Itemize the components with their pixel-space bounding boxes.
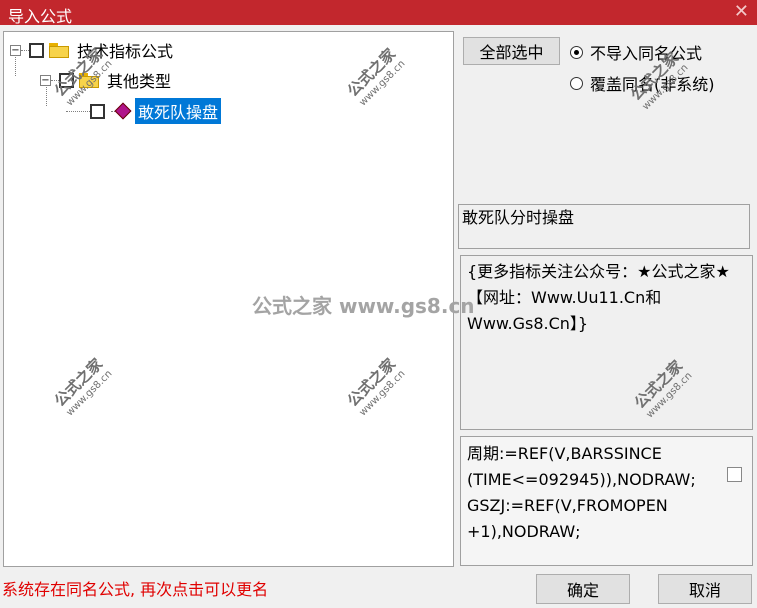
tree-node-leaf[interactable]: 敢死队操盘	[66, 98, 222, 124]
code-line: 周期:=REF(V,BARSSINCE	[467, 444, 662, 463]
collapse-icon[interactable]: −	[40, 74, 51, 86]
watermark-center: 公式之家 www.gs8.cn	[252, 294, 475, 318]
radio-selected-icon[interactable]	[570, 45, 583, 59]
collapse-icon[interactable]: −	[10, 44, 21, 56]
code-line: GSZJ:=REF(V,FROMOPEN	[467, 496, 668, 515]
window-title: 导入公式	[8, 7, 73, 26]
formula-code[interactable]: 周期:=REF(V,BARSSINCE (TIME<=092945)),NODR…	[460, 436, 753, 566]
select-all-button[interactable]: 全部选中	[463, 37, 560, 65]
status-message: 系统存在同名公式, 再次点击可以更名	[2, 580, 269, 599]
tree-connector	[21, 49, 29, 51]
ok-button[interactable]: 确定	[536, 574, 630, 604]
leaf-checkbox[interactable]	[90, 103, 105, 119]
close-icon[interactable]: ✕	[734, 1, 749, 22]
option-label: 不导入同名公式	[590, 44, 703, 63]
code-line: +1),NODRAW;	[467, 522, 581, 541]
radio-icon[interactable]	[570, 76, 583, 90]
formula-description[interactable]: {更多指标关注公众号：★公式之家★ 【网址：Www.Uu11.Cn和Www.Gs…	[460, 255, 753, 430]
tree-connector	[66, 110, 90, 112]
formula-name-field: 敢死队分时操盘	[458, 204, 750, 249]
formula-gem-icon	[114, 102, 132, 120]
folder-icon	[49, 42, 69, 58]
root-checkbox[interactable]	[29, 42, 44, 58]
code-line: (TIME<=092945)),NODRAW;	[467, 470, 696, 489]
cancel-button[interactable]: 取消	[658, 574, 752, 604]
option-no-import[interactable]: 不导入同名公式	[570, 40, 702, 64]
title-bar: 导入公式 ✕	[0, 0, 757, 26]
code-checkbox[interactable]	[727, 467, 742, 482]
tree-node-label[interactable]: 敢死队操盘	[135, 98, 222, 124]
tree-node-label: 其他类型	[107, 72, 172, 91]
